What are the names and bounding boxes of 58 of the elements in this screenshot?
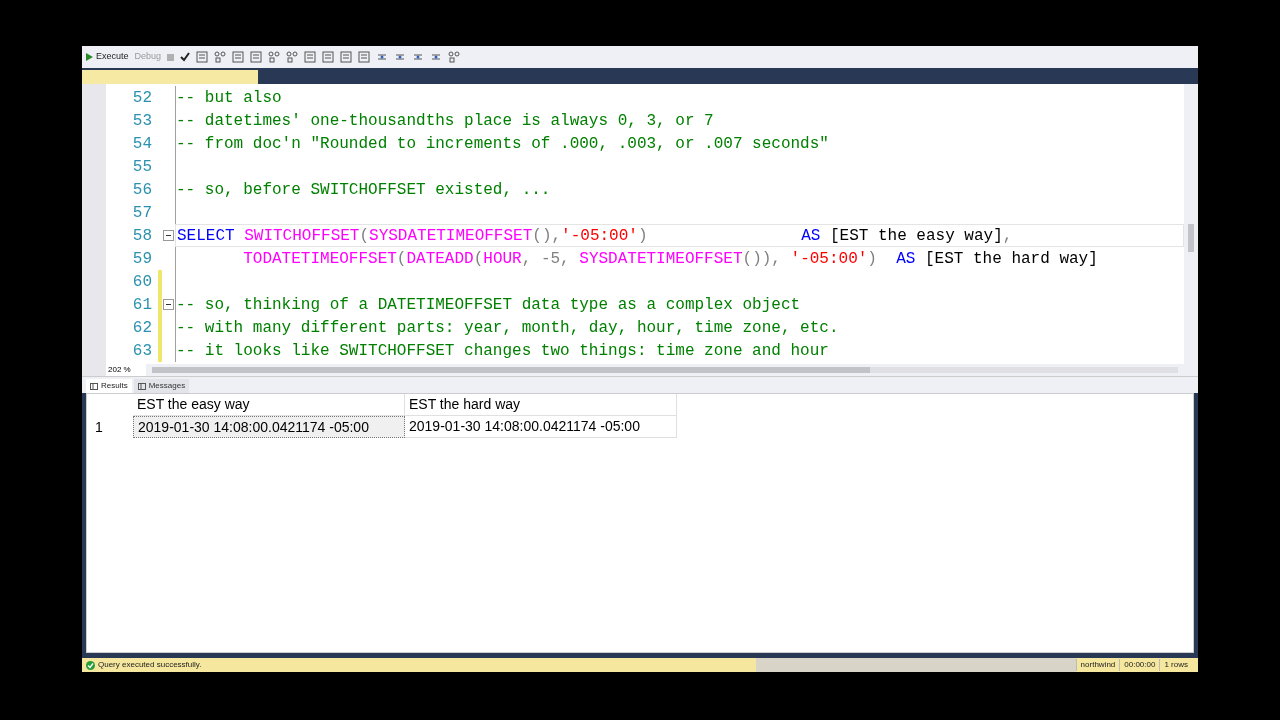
toolbar-icon[interactable] — [304, 51, 317, 63]
elapsed-time: 00:00:00 — [1119, 659, 1160, 671]
toolbar-icon[interactable] — [196, 51, 209, 63]
collapse-icon[interactable] — [163, 299, 174, 310]
toolbar-icon[interactable] — [358, 51, 371, 63]
toolbar-icon[interactable] — [322, 51, 335, 63]
line-number: 52 — [131, 87, 153, 109]
toolbar-icon[interactable] — [286, 51, 299, 63]
toolbar-icon[interactable] — [394, 51, 407, 63]
toolbar-icon[interactable] — [232, 51, 245, 63]
stop-icon[interactable] — [167, 53, 175, 61]
toolbar-icon[interactable] — [448, 51, 461, 63]
toolbar-icon[interactable] — [376, 51, 389, 63]
toolbar-icon[interactable] — [268, 51, 281, 63]
table-cell[interactable]: 2019-01-30 14:08:00.0421174 -05:00 — [133, 416, 405, 438]
code-comment: -- so, thinking of a DATETIMEOFFSET data type as a complex object — [176, 294, 801, 316]
collapse-icon[interactable] — [163, 230, 174, 241]
database-name: northwind — [1075, 659, 1120, 671]
code-comment: -- so, before SWITCHOFFSET existed, ... — [176, 179, 551, 201]
horizontal-scrollbar[interactable] — [152, 367, 1178, 373]
code-comment: -- it looks like SWITCHOFFSET changes two things: time zone and hour — [176, 340, 829, 362]
line-number: 57 — [131, 202, 153, 224]
code-line: SELECT SWITCHOFFSET(SYSDATETIMEOFFSET(),'-05:00') AS [EST the easy way], — [177, 225, 1013, 247]
zoom-dropdown[interactable]: 202 % — [106, 364, 146, 376]
table-cell[interactable]: 2019-01-30 14:08:00.0421174 -05:00 — [405, 416, 677, 438]
success-icon — [86, 660, 95, 670]
row-count: 1 rows — [1159, 659, 1198, 671]
line-number: 60 — [131, 271, 153, 293]
toolbar-icon[interactable] — [340, 51, 353, 63]
line-number: 58 — [131, 225, 153, 247]
line-number: 62 — [131, 317, 153, 339]
code-comment: -- but also — [176, 87, 282, 109]
row-number: 1 — [94, 417, 104, 437]
toolbar-icon[interactable] — [412, 51, 425, 63]
grid-icon — [90, 382, 98, 390]
code-comment: -- from doc'n "Rounded to increments of .000, .003, or .007 seconds" — [176, 133, 829, 155]
line-number: 56 — [131, 179, 153, 201]
checkmark-icon[interactable] — [180, 52, 191, 62]
line-number: 53 — [131, 110, 153, 132]
code-comment: -- with many different parts: year, month, day, hour, time zone, etc. — [176, 317, 839, 339]
line-number: 54 — [131, 133, 153, 155]
message-icon — [137, 382, 146, 390]
execute-button[interactable]: Execute — [86, 50, 129, 64]
toolbar-icon[interactable] — [250, 51, 263, 63]
line-number: 59 — [131, 248, 153, 270]
result-tab[interactable]: Messages — [133, 379, 190, 393]
toolbar-icon[interactable] — [214, 51, 227, 63]
column-header[interactable]: EST the hard way — [405, 394, 677, 416]
vertical-scrollbar[interactable] — [1184, 84, 1198, 376]
code-line: TODATETIMEOFFSET(DATEADD(HOUR, -5, SYSDATETIMEOFFSET()), '-05:00') AS [EST the hard way] — [242, 248, 1098, 270]
play-icon — [86, 53, 93, 61]
line-number: 55 — [131, 156, 153, 178]
status-message: Query executed successfully. — [98, 659, 203, 671]
line-number: 61 — [131, 294, 153, 316]
line-number: 63 — [131, 340, 153, 362]
result-tab[interactable]: Results — [86, 379, 132, 393]
toolbar-icon[interactable] — [430, 51, 443, 63]
code-comment: -- datetimes' one-thousandths place is always 0, 3, or 7 — [176, 110, 714, 132]
